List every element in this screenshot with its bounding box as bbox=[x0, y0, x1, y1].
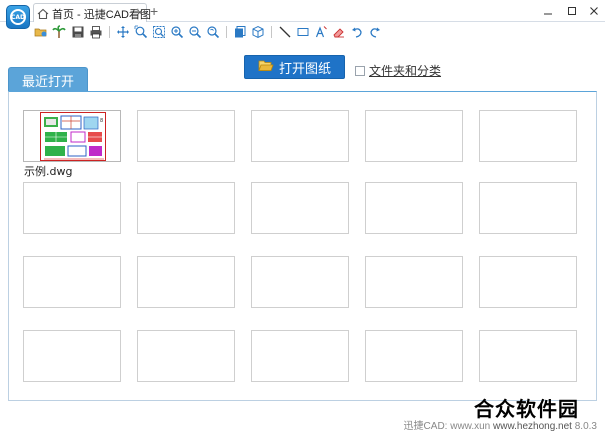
empty-slot bbox=[251, 182, 349, 234]
zoom-window-icon[interactable] bbox=[134, 25, 148, 39]
empty-slot bbox=[251, 110, 349, 162]
close-icon bbox=[590, 7, 598, 15]
empty-slot bbox=[251, 256, 349, 308]
layers-icon[interactable] bbox=[233, 25, 247, 39]
open-drawing-button[interactable]: 打开图纸 bbox=[244, 55, 345, 79]
redo-icon[interactable] bbox=[368, 25, 382, 39]
folder-open-icon bbox=[258, 59, 274, 76]
empty-slot bbox=[137, 256, 235, 308]
version-number: 8.0.3 bbox=[574, 421, 597, 432]
tab-close-button[interactable]: × bbox=[137, 7, 143, 19]
folder-category-checkbox[interactable] bbox=[355, 65, 365, 76]
minimize-icon bbox=[544, 13, 552, 15]
empty-slot bbox=[479, 330, 577, 382]
palm-icon[interactable] bbox=[52, 25, 66, 39]
recent-file-name[interactable]: 示例.dwg bbox=[24, 163, 72, 179]
minimize-button[interactable] bbox=[538, 3, 558, 19]
area-measure-icon[interactable] bbox=[296, 25, 310, 39]
watermark-text: 合众软件园 bbox=[474, 397, 579, 421]
empty-slot bbox=[23, 330, 121, 382]
empty-slot bbox=[365, 256, 463, 308]
app-logo[interactable]: CAD bbox=[6, 5, 30, 29]
zoom-extents-icon[interactable] bbox=[152, 25, 166, 39]
toolbar-separator bbox=[271, 26, 272, 38]
text-icon[interactable] bbox=[314, 25, 328, 39]
toolbar-separator bbox=[226, 26, 227, 38]
empty-slot bbox=[365, 330, 463, 382]
cad-logo-icon: CAD bbox=[10, 9, 26, 25]
maximize-icon bbox=[568, 7, 576, 15]
empty-slot bbox=[479, 256, 577, 308]
empty-slot bbox=[251, 330, 349, 382]
save-icon[interactable] bbox=[71, 25, 85, 39]
open-drawing-label: 打开图纸 bbox=[278, 61, 331, 77]
line-measure-icon[interactable] bbox=[278, 25, 292, 39]
pan-icon[interactable] bbox=[116, 25, 130, 39]
new-tab-button[interactable]: + bbox=[150, 3, 158, 19]
folder-category-toggle[interactable]: 文件夹和分类 bbox=[355, 62, 441, 79]
empty-slot bbox=[479, 182, 577, 234]
maximize-button[interactable] bbox=[562, 3, 582, 19]
empty-slot bbox=[23, 182, 121, 234]
empty-slot bbox=[137, 182, 235, 234]
close-button[interactable] bbox=[584, 3, 604, 19]
zoom-out-icon[interactable] bbox=[188, 25, 202, 39]
toolbar-separator bbox=[109, 26, 110, 38]
folder-category-label[interactable]: 文件夹和分类 bbox=[369, 62, 441, 79]
svg-text:8: 8 bbox=[100, 118, 103, 124]
home-icon bbox=[37, 8, 49, 20]
3d-view-icon[interactable] bbox=[251, 25, 265, 39]
empty-slot bbox=[23, 256, 121, 308]
empty-slot bbox=[365, 110, 463, 162]
empty-slot bbox=[479, 110, 577, 162]
zoom-previous-icon[interactable] bbox=[206, 25, 220, 39]
watermark-url: www.hezhong.net bbox=[493, 421, 572, 432]
toolbar bbox=[0, 22, 605, 42]
undo-icon[interactable] bbox=[350, 25, 364, 39]
erase-icon[interactable] bbox=[332, 25, 346, 39]
tab-recent[interactable]: 最近打开 bbox=[8, 67, 88, 92]
empty-slot bbox=[137, 110, 235, 162]
drawing-preview: 8 bbox=[40, 112, 106, 161]
tab-home[interactable]: 首页 - 迅捷CAD看图 × bbox=[33, 3, 151, 23]
footer-text: 迅捷CAD: www.xun bbox=[403, 421, 491, 432]
print-icon[interactable] bbox=[89, 25, 103, 39]
empty-slot bbox=[137, 330, 235, 382]
open-icon[interactable] bbox=[34, 25, 48, 39]
recent-file-thumbnail[interactable]: 8 bbox=[23, 110, 121, 162]
zoom-in-icon[interactable] bbox=[170, 25, 184, 39]
empty-slot bbox=[365, 182, 463, 234]
